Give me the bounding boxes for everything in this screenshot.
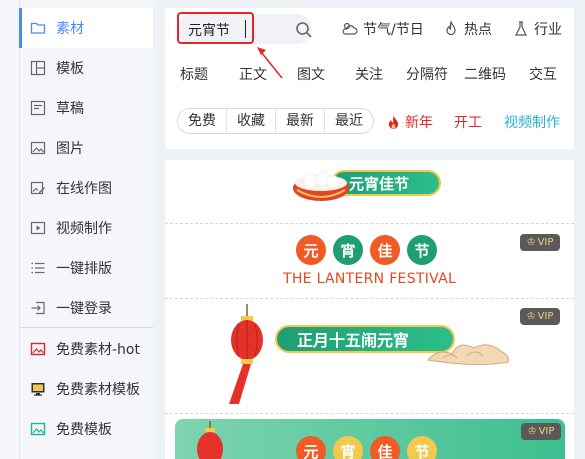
video-icon: [30, 220, 46, 236]
app: 素材 模板 草稿 图片 在线作图 视频制作 一键排版 一键登录 免费素材-hot…: [0, 0, 585, 459]
sidebar-item-template[interactable]: 模板: [19, 48, 153, 88]
sidebar-item-label: 草稿: [56, 101, 84, 117]
sidebar-item-label: 一键排版: [56, 261, 112, 277]
sidebar-item-online-design[interactable]: 在线作图: [19, 168, 153, 208]
material-card-4[interactable]: ♔ VIP 元 宵 佳 节: [175, 419, 565, 459]
cloud-icon: [427, 344, 509, 366]
tag-new-year[interactable]: 新年: [387, 112, 433, 132]
crown-icon: ♔: [527, 426, 537, 437]
tab-divider[interactable]: 分隔符: [406, 64, 448, 84]
card2-char-2: 宵: [333, 235, 363, 265]
sidebar-item-label: 免费模板: [56, 422, 112, 438]
card2-subtitle: THE LANTERN FESTIVAL: [283, 271, 457, 287]
sidebar-item-free-material-template[interactable]: 免费素材模板: [19, 369, 153, 409]
tab-interactive[interactable]: 交互: [529, 64, 557, 84]
vip-badge: ♔ VIP: [520, 234, 560, 251]
flame-icon: [446, 20, 456, 36]
vip-badge: ♔ VIP: [520, 308, 560, 325]
sidebar-item-label: 免费素材-hot: [56, 342, 140, 358]
vip-label: VIP: [537, 237, 554, 248]
lantern-icon: [229, 304, 263, 404]
sidebar-item-label: 视频制作: [56, 221, 112, 237]
card2-char-4: 节: [407, 235, 437, 265]
login-icon: [30, 300, 46, 316]
sidebar-item-draft[interactable]: 草稿: [19, 88, 153, 128]
weather-icon: [342, 22, 358, 35]
list-icon: [30, 260, 46, 276]
tab-image-text[interactable]: 图文: [297, 64, 325, 84]
sidebar-item-auto-layout[interactable]: 一键排版: [19, 248, 153, 288]
edit-image-icon: [30, 180, 46, 196]
sidebar-item-label: 一键登录: [56, 301, 112, 317]
sidebar-item-image[interactable]: 图片: [19, 128, 153, 168]
filter-favorites[interactable]: 收藏: [227, 109, 276, 133]
nav-industry[interactable]: 行业: [512, 19, 562, 39]
tab-qrcode[interactable]: 二维码: [464, 64, 506, 84]
card2-char-1: 元: [296, 235, 326, 265]
sidebar-divider: [19, 327, 153, 328]
teal-image-icon: [30, 421, 46, 437]
card2-circles: 元 宵 佳 节: [296, 235, 437, 265]
material-card-3[interactable]: ♔ VIP 正月十五闹元宵: [165, 300, 574, 414]
tab-follow[interactable]: 关注: [355, 64, 383, 84]
card4-char-2: 宵: [333, 436, 363, 459]
nav-hot-label: 热点: [464, 22, 492, 38]
tab-title[interactable]: 标题: [180, 64, 208, 84]
tab-body-text[interactable]: 正文: [239, 64, 267, 84]
filter-free[interactable]: 免费: [178, 109, 227, 133]
sidebar-item-label: 图片: [56, 141, 84, 157]
card1-banner: 元宵佳节: [291, 168, 441, 201]
sidebar-item-free-hot[interactable]: 免费素材-hot: [19, 329, 153, 369]
tag-start-work[interactable]: 开工: [454, 112, 482, 132]
nav-festival-label: 节气/节日: [363, 22, 424, 38]
sidebar-item-label: 模板: [56, 61, 84, 77]
vip-badge: ♔ VIP: [521, 423, 561, 440]
sidebar-item-material[interactable]: 素材: [19, 8, 153, 48]
tag-video[interactable]: 视频制作: [504, 112, 560, 132]
vip-label: VIP: [538, 426, 555, 437]
card4-char-4: 节: [407, 436, 437, 459]
nav-industry-label: 行业: [534, 22, 562, 38]
filter-recent[interactable]: 最近: [325, 109, 373, 133]
template-icon: [30, 60, 46, 76]
fire-icon: [388, 115, 399, 129]
card2-char-3: 佳: [370, 235, 400, 265]
monitor-icon: [30, 381, 46, 397]
search-icon[interactable]: [295, 21, 313, 39]
image-icon: [30, 140, 46, 156]
crown-icon: ♔: [526, 237, 536, 248]
material-card-1[interactable]: 元宵佳节: [165, 160, 574, 224]
card4-circles: 元 宵 佳 节: [296, 436, 437, 459]
search-highlight-box: [177, 12, 254, 44]
folder-icon: [30, 20, 46, 36]
card4-char-1: 元: [296, 436, 326, 459]
nav-festival[interactable]: 节气/节日: [341, 19, 424, 39]
sidebar-item-login[interactable]: 一键登录: [19, 288, 153, 328]
card4-char-3: 佳: [370, 436, 400, 459]
sidebar-item-free-template[interactable]: 免费模板: [19, 409, 153, 449]
sidebar-item-label: 素材: [56, 21, 84, 37]
sidebar-item-label: 免费素材模板: [56, 382, 140, 398]
sidebar-item-label: 在线作图: [56, 181, 112, 197]
nav-hot[interactable]: 热点: [442, 19, 492, 39]
filter-newest[interactable]: 最新: [276, 109, 325, 133]
draft-icon: [30, 100, 46, 116]
hot-image-icon: [30, 341, 46, 357]
tangyuan-bowl-icon: [293, 171, 349, 201]
tag-new-year-label: 新年: [405, 115, 433, 131]
sidebar-item-video[interactable]: 视频制作: [19, 208, 153, 248]
lantern-icon: [197, 421, 223, 459]
crown-icon: ♔: [526, 311, 536, 322]
vip-label: VIP: [537, 311, 554, 322]
filter-group: 免费 收藏 最新 最近: [177, 108, 374, 134]
material-card-2[interactable]: ♔ VIP 元 宵 佳 节 THE LANTERN FESTIVAL: [165, 225, 574, 299]
sidebar: 素材 模板 草稿 图片 在线作图 视频制作 一键排版 一键登录 免费素材-hot…: [0, 0, 153, 459]
material-list: 元宵佳节 ♔ VIP 元 宵 佳 节 THE LANTERN FESTIVAL …: [165, 160, 574, 459]
flask-icon: [515, 21, 527, 36]
